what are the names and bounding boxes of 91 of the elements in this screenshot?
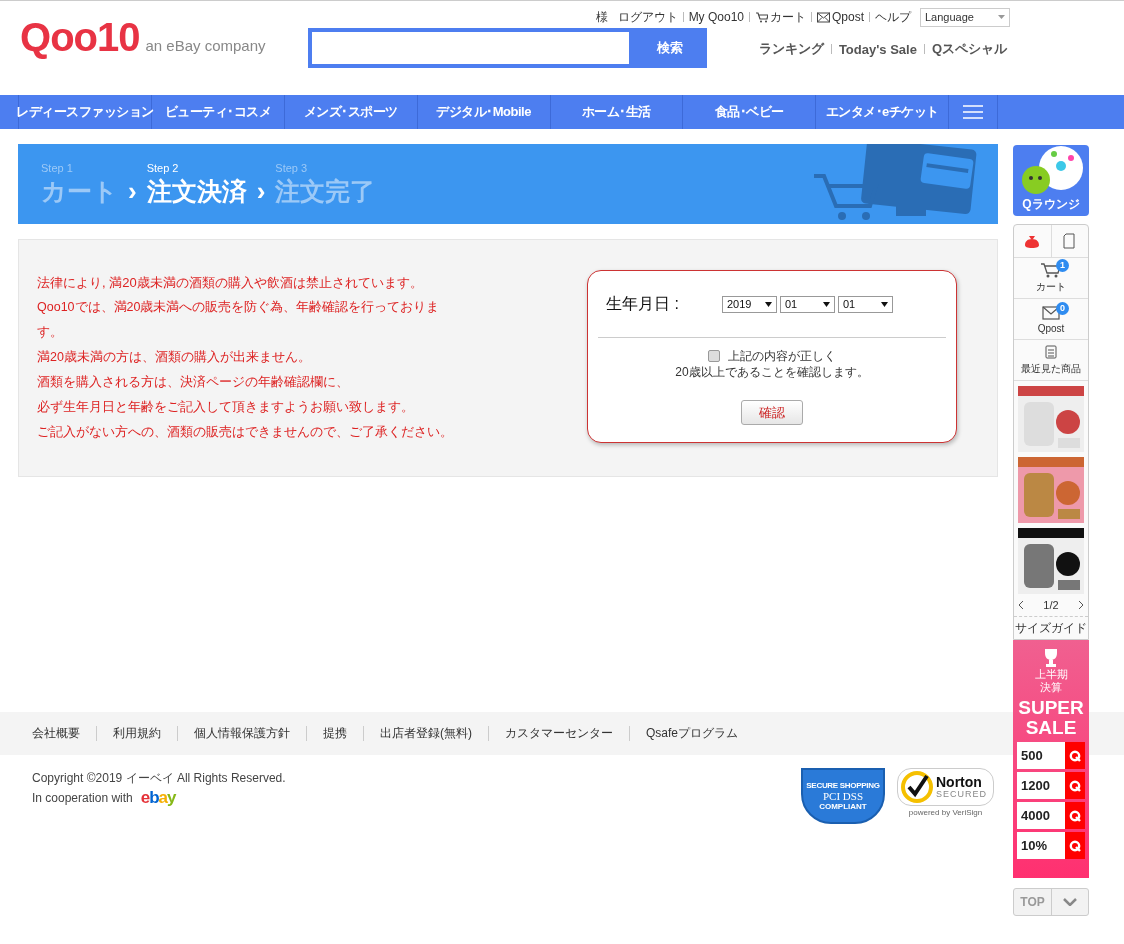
footer-link[interactable]: カスタマーセンター: [489, 725, 629, 742]
side-item[interactable]: 1 カート: [1014, 258, 1088, 299]
step-name: 注文決済: [146, 175, 247, 207]
cart-link[interactable]: カート: [750, 8, 811, 26]
coupon-amount: 1200: [1017, 772, 1065, 799]
notice-text: す。: [37, 324, 64, 341]
notice-text: 必ず生年月日と年齢をご記入して頂きますようお願い致します。: [37, 399, 415, 416]
date-select[interactable]: 01: [838, 295, 893, 313]
q-coupon-icon: [1069, 809, 1081, 822]
header-link[interactable]: ヘルプ: [870, 8, 916, 26]
side-item[interactable]: 最近見た商品: [1014, 340, 1088, 381]
footer-link[interactable]: 個人情報保護方針: [178, 725, 306, 742]
search-button[interactable]: 検索: [633, 28, 707, 68]
footer-link[interactable]: 利用規約: [97, 725, 177, 742]
mail-icon: [1040, 304, 1062, 321]
notice-text: ご記入がない方への、酒類の販売はできませんので、ご了承ください。: [37, 424, 453, 441]
quick-link[interactable]: Qスペシャル: [924, 40, 1014, 58]
footer-link[interactable]: Qsafeプログラム: [630, 725, 754, 742]
size-guide-link[interactable]: サイズガイド: [1014, 616, 1088, 639]
coupon-amount: 500: [1017, 742, 1065, 769]
step-label: Step 2: [146, 161, 180, 175]
chevron-right-icon: [1078, 601, 1083, 609]
dropdown-arrow-icon: [765, 301, 772, 307]
ebay-logo[interactable]: ebay: [140, 788, 176, 808]
confirm-button[interactable]: 確認: [741, 400, 803, 425]
confirm-text: 20歳以上であることを確認します。: [675, 364, 869, 380]
notice-text: 法律により, 満20歳未満の酒類の購入や飲酒は禁止されています。: [37, 274, 424, 292]
prev-button[interactable]: [1019, 601, 1024, 609]
user-name-suffix: 様: [594, 8, 609, 26]
checkmark-icon: [900, 770, 934, 804]
confirm-checkbox[interactable]: [708, 350, 720, 362]
dropdown-arrow-icon: [881, 301, 888, 307]
notice-text: Qoo10では、満20歳未満への販売を防ぐ為、年齢確認を行っておりま: [37, 299, 441, 316]
dropdown-arrow-icon: [823, 301, 830, 307]
step-name: カート: [41, 175, 118, 207]
money-bag-icon: [1025, 234, 1040, 248]
category-tab[interactable]: レディースファッション: [19, 95, 152, 129]
category-tab[interactable]: デジタル･Mobile: [417, 95, 551, 129]
footer-link[interactable]: 出店者登録(無料): [364, 725, 488, 742]
cooperation-text: In cooperation with: [32, 791, 133, 805]
birthdate-label: 生年月日 :: [606, 293, 680, 314]
category-tab[interactable]: ビューティ･コスメ: [152, 95, 285, 129]
copyright-text: Copyright ©2019 イーベイ All Rights Reserved.: [32, 770, 286, 787]
menu-icon: [963, 105, 984, 119]
date-select[interactable]: 01: [780, 295, 835, 313]
clipboard-icon: [1045, 344, 1057, 359]
step-chevron: ›: [256, 175, 266, 207]
category-tab[interactable]: 食品･ベビー: [683, 95, 817, 129]
category-tab[interactable]: エンタメ･eチケット: [816, 95, 950, 129]
header-link[interactable]: ログアウト: [612, 8, 683, 26]
coupon-amount: 4000: [1017, 802, 1065, 829]
sale-headline: SUPER SALE: [1017, 698, 1085, 738]
q-coupon-icon: [1069, 839, 1081, 852]
coupon-amount: 10%: [1017, 832, 1065, 859]
pci-dss-badge: SECURE SHOPPING PCI DSS COMPLIANT: [801, 768, 885, 824]
search-field[interactable]: [308, 28, 633, 68]
step-label: Step 1: [41, 161, 74, 175]
category-tab[interactable]: ホーム･生活: [550, 95, 684, 129]
next-button[interactable]: [1078, 601, 1083, 609]
chevron-left-icon: [1019, 601, 1024, 609]
quick-link[interactable]: ランキング: [751, 40, 831, 58]
qoo10-logo[interactable]: Qoo10: [20, 15, 140, 59]
step-chevron: ›: [128, 175, 137, 207]
logo-tagline: an eBay company: [145, 37, 266, 55]
page-indicator: 1/2: [1043, 599, 1059, 611]
quick-link[interactable]: Today's Sale: [831, 41, 924, 57]
notice-text: 満20歳未満の方は、酒類の購入が出来ません。: [37, 349, 312, 366]
count-badge: 1: [1056, 259, 1069, 272]
sale-title: 上半期決算: [1034, 668, 1068, 694]
header-link[interactable]: My Qoo10: [683, 10, 749, 24]
step-label: Step 3: [275, 161, 309, 175]
q-coupon-icon: [1069, 779, 1081, 792]
mail-icon: [817, 11, 830, 23]
cart-icon: [755, 11, 768, 23]
footer-link[interactable]: 提携: [307, 725, 363, 742]
notice-text: 酒類を購入される方は、決済ページの年齢確認欄に、: [37, 374, 350, 391]
side-item[interactable]: 0 Qpost: [1014, 299, 1088, 340]
qpost-link[interactable]: Qpost: [812, 10, 869, 24]
chevron-down-icon: [1063, 898, 1077, 906]
q-coupon-icon: [1069, 749, 1081, 762]
confirm-text: 上記の内容が正しく: [728, 348, 836, 364]
lounge-button[interactable]: Qラウンジ: [1013, 145, 1089, 216]
date-select[interactable]: 2019: [722, 295, 777, 313]
language-select[interactable]: Language: [920, 7, 1010, 27]
footer-link[interactable]: 会社概要: [16, 725, 96, 742]
cart-icon: [1040, 262, 1062, 278]
count-badge: 0: [1056, 301, 1069, 315]
sale-banner[interactable]: 上半期決算 SUPER SALE 500 1200 4000 10%: [1013, 640, 1089, 878]
step-name: 注文完了: [275, 175, 376, 207]
dropdown-arrow-icon: [998, 15, 1005, 19]
category-tab[interactable]: メンズ･スポーツ: [284, 95, 418, 129]
